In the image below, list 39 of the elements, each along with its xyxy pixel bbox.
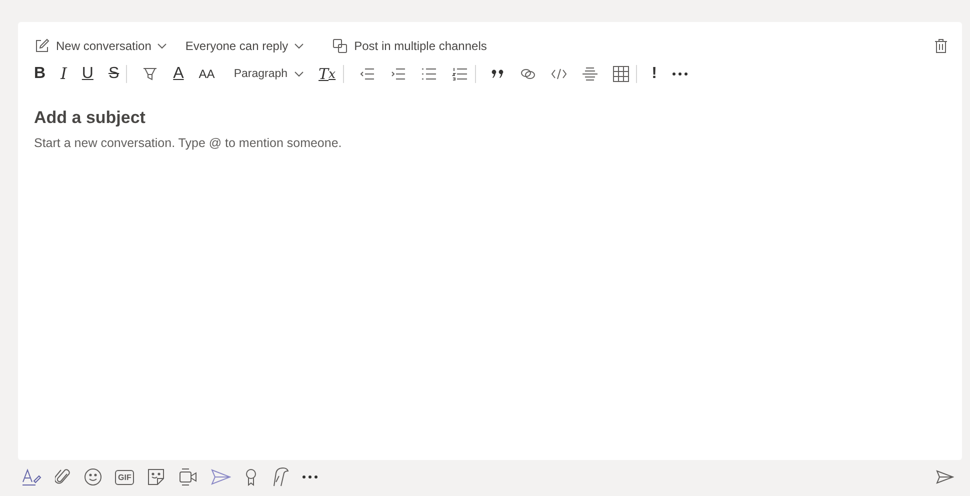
- quote-icon[interactable]: [490, 69, 505, 79]
- decrease-indent-icon[interactable]: [358, 67, 375, 81]
- chevron-down-icon: [294, 69, 304, 79]
- paperclip-icon[interactable]: [55, 468, 71, 486]
- paper-plane-icon[interactable]: [211, 469, 232, 485]
- underline-button[interactable]: U: [82, 66, 94, 82]
- copy-icon: [332, 38, 348, 54]
- numbered-list-icon[interactable]: [452, 67, 468, 81]
- important-button[interactable]: !: [652, 66, 657, 82]
- new-conversation-dropdown[interactable]: New conversation: [34, 38, 168, 54]
- link-icon[interactable]: [520, 67, 536, 81]
- more-options-icon[interactable]: [672, 72, 688, 76]
- horizontal-rule-icon[interactable]: [582, 66, 598, 82]
- sticker-icon[interactable]: [147, 468, 166, 486]
- chevron-down-icon: [294, 41, 304, 51]
- table-icon[interactable]: [612, 66, 629, 82]
- increase-indent-icon[interactable]: [390, 67, 406, 81]
- delete-icon[interactable]: [934, 38, 948, 54]
- code-icon[interactable]: [550, 67, 567, 81]
- italic-button[interactable]: I: [60, 66, 67, 82]
- strikethrough-button[interactable]: S: [108, 66, 120, 82]
- bold-button[interactable]: B: [34, 66, 46, 82]
- more-options-icon[interactable]: [302, 475, 318, 479]
- bulleted-list-icon[interactable]: [420, 67, 437, 81]
- format-icon[interactable]: [22, 468, 42, 486]
- chevron-down-icon: [157, 41, 168, 51]
- paragraph-dropdown[interactable]: Paragraph: [234, 68, 304, 80]
- post-multiple-channels-button[interactable]: Post in multiple channels: [332, 38, 487, 54]
- award-icon[interactable]: [244, 468, 258, 486]
- reply-setting-dropdown[interactable]: Everyone can reply: [185, 39, 304, 53]
- font-color-button[interactable]: A: [173, 66, 184, 82]
- font-size-button[interactable]: AA: [198, 68, 215, 80]
- video-camera-icon[interactable]: [178, 468, 198, 486]
- gif-button[interactable]: GIF: [115, 470, 134, 484]
- send-icon[interactable]: [936, 470, 954, 484]
- compose-icon: [34, 38, 50, 54]
- emoji-icon[interactable]: [84, 468, 102, 486]
- highlight-icon[interactable]: [142, 66, 158, 82]
- bird-icon[interactable]: [271, 467, 290, 487]
